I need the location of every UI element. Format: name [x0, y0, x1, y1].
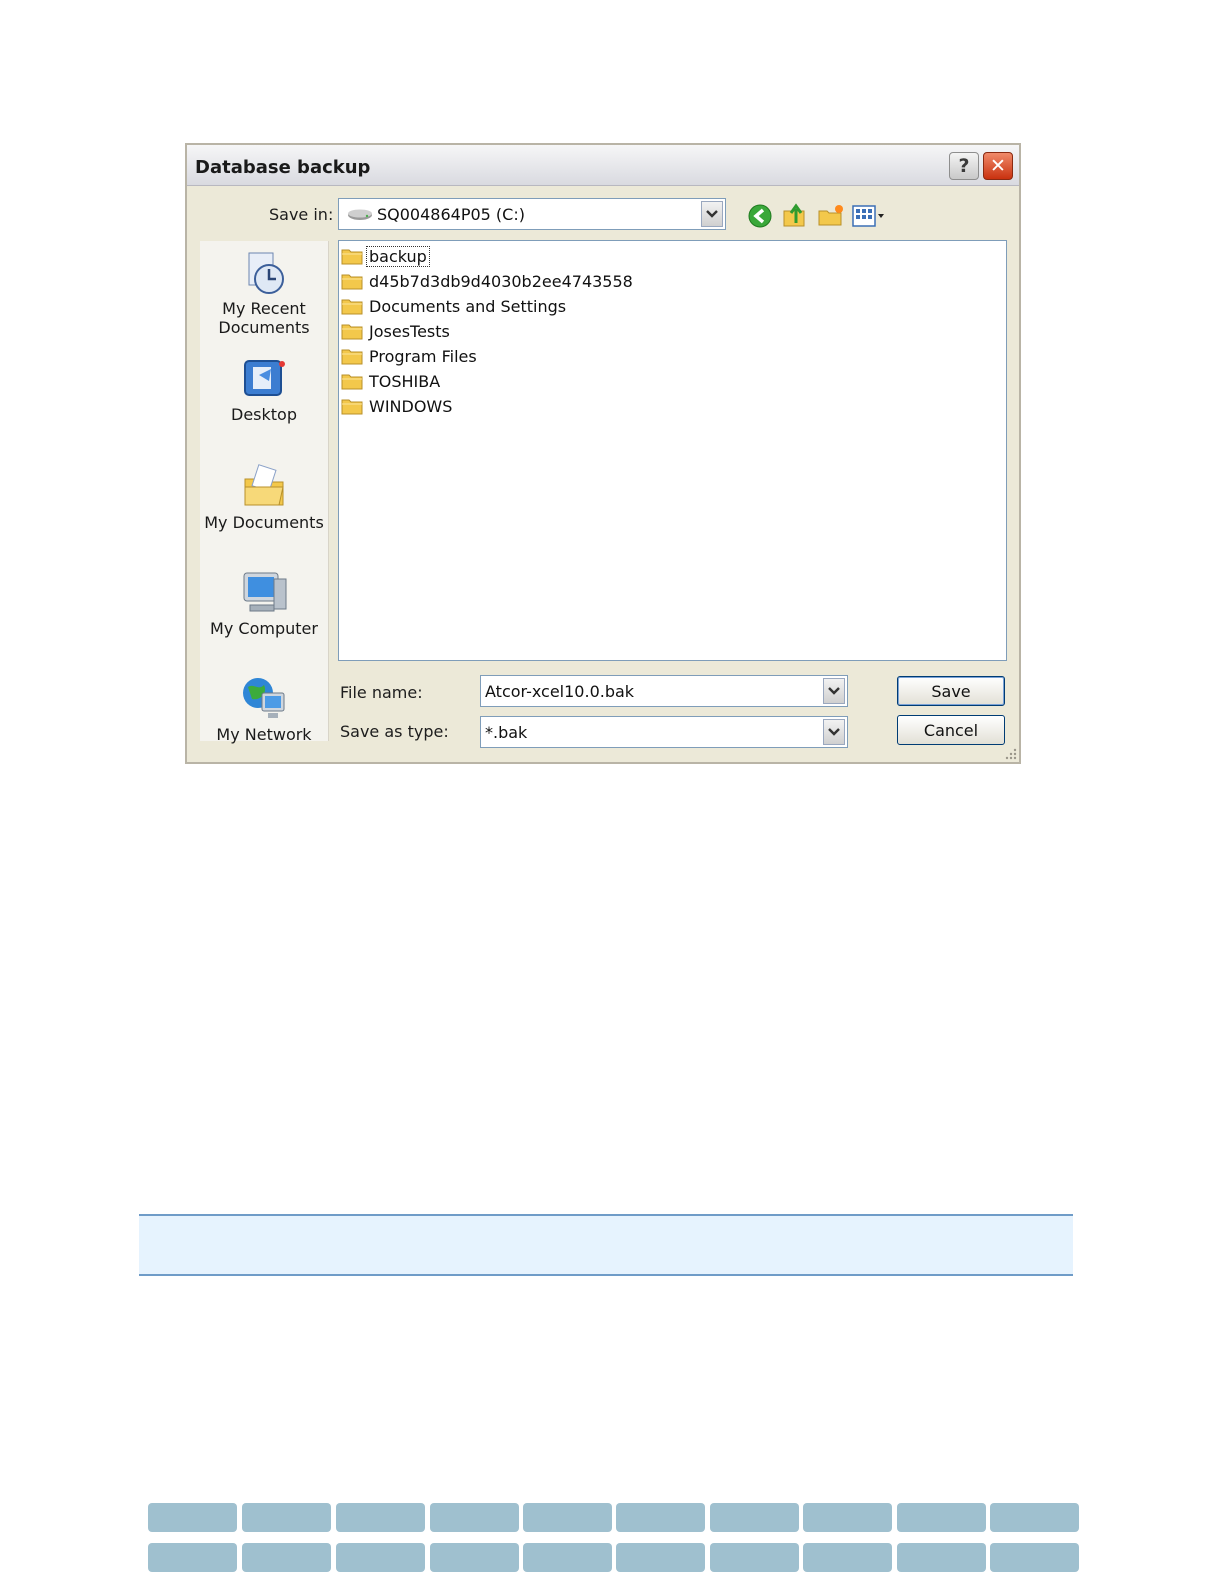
- folder-icon: [341, 399, 363, 415]
- folder-name: WINDOWS: [369, 396, 453, 416]
- folder-name: JosesTests: [369, 321, 450, 341]
- folder-name: backup: [366, 245, 430, 267]
- cancel-button[interactable]: Cancel: [897, 715, 1005, 745]
- folder-icon: [341, 274, 363, 290]
- place-label: Documents: [218, 318, 310, 337]
- place-label: My Documents: [204, 513, 324, 532]
- database-backup-dialog: Database backup ? ✕ Save in: SQ004864P05…: [185, 143, 1021, 764]
- file-list[interactable]: backup d45b7d3db9d4030b2ee4743558 Docume…: [338, 240, 1007, 661]
- folder-item[interactable]: WINDOWS: [341, 394, 454, 418]
- save-in-dropdown[interactable]: SQ004864P05 (C:): [338, 198, 726, 230]
- folder-name: TOSHIBA: [369, 371, 441, 391]
- my-documents-icon: [244, 464, 284, 506]
- folder-item[interactable]: Documents and Settings: [341, 294, 568, 318]
- footer-tile: [616, 1503, 705, 1532]
- folder-icon: [341, 324, 363, 340]
- resize-grip-icon[interactable]: [1003, 746, 1017, 760]
- up-folder-icon[interactable]: [781, 201, 809, 229]
- place-my-network[interactable]: My Network: [200, 673, 328, 744]
- place-label: My Recent: [222, 299, 306, 318]
- folder-name: Program Files: [369, 346, 477, 366]
- folder-item[interactable]: backup: [341, 244, 430, 268]
- footer-tile: [710, 1543, 799, 1572]
- footer-tile: [803, 1503, 892, 1532]
- chevron-down-icon[interactable]: [701, 201, 723, 227]
- footer-tile: [897, 1503, 986, 1532]
- footer-tile: [148, 1543, 237, 1572]
- folder-icon: [341, 299, 363, 315]
- place-my-computer[interactable]: My Computer: [200, 567, 328, 638]
- new-folder-icon[interactable]: [817, 203, 845, 229]
- footer-tile: [990, 1543, 1079, 1572]
- view-menu-icon[interactable]: [851, 203, 887, 229]
- folder-item[interactable]: Program Files: [341, 344, 479, 368]
- footer-tile: [242, 1503, 331, 1532]
- hard-drive-icon: [348, 209, 372, 220]
- title-bar[interactable]: Database backup ? ✕: [187, 145, 1019, 186]
- desktop-icon: [244, 360, 285, 396]
- my-network-icon: [243, 678, 285, 718]
- place-desktop[interactable]: Desktop: [200, 355, 328, 424]
- file-name-label: File name:: [340, 683, 423, 702]
- folder-icon: [341, 374, 363, 390]
- place-my-documents[interactable]: My Documents: [200, 461, 328, 532]
- folder-item[interactable]: d45b7d3db9d4030b2ee4743558: [341, 269, 635, 293]
- my-computer-icon: [243, 572, 287, 612]
- footer-tile: [148, 1503, 237, 1532]
- save-in-value: SQ004864P05 (C:): [377, 205, 525, 224]
- footer-tile: [242, 1543, 331, 1572]
- recent-documents-icon: [248, 252, 284, 294]
- place-label: Desktop: [231, 405, 297, 424]
- folder-item[interactable]: TOSHIBA: [341, 369, 442, 393]
- footer-tile: [616, 1543, 705, 1572]
- footer-tile: [990, 1503, 1079, 1532]
- footer-tile: [710, 1503, 799, 1532]
- places-bar: My Recent Documents Desktop My Documents: [200, 241, 329, 744]
- footer-tile: [803, 1543, 892, 1572]
- folder-item[interactable]: JosesTests: [341, 319, 452, 343]
- save-as-type-value: *.bak: [485, 723, 528, 742]
- save-as-type-label: Save as type:: [340, 722, 449, 741]
- folder-name: Documents and Settings: [369, 296, 567, 316]
- help-button[interactable]: ?: [949, 152, 979, 180]
- footer-tile: [897, 1543, 986, 1572]
- chevron-down-icon[interactable]: [823, 678, 845, 704]
- folder-icon: [341, 249, 363, 265]
- footer-tile: [430, 1543, 519, 1572]
- footer-tile: [336, 1543, 425, 1572]
- place-label: My Network: [216, 725, 312, 744]
- place-my-recent-documents[interactable]: My Recent Documents: [200, 249, 328, 337]
- footer-tile: [336, 1503, 425, 1532]
- chevron-down-icon[interactable]: [823, 719, 845, 745]
- file-name-input[interactable]: Atcor-xcel10.0.bak: [480, 675, 848, 707]
- footer-tile: [523, 1543, 612, 1572]
- folder-name: d45b7d3db9d4030b2ee4743558: [369, 271, 633, 291]
- save-in-label: Save in:: [269, 205, 334, 224]
- save-button[interactable]: Save: [897, 676, 1005, 706]
- back-icon[interactable]: [747, 203, 773, 229]
- footer-tile: [523, 1503, 612, 1532]
- file-name-value: Atcor-xcel10.0.bak: [485, 682, 635, 701]
- dialog-title: Database backup: [195, 157, 371, 178]
- folder-icon: [341, 349, 363, 365]
- save-as-type-dropdown[interactable]: *.bak: [480, 716, 848, 748]
- footer-tile: [430, 1503, 519, 1532]
- note-band: [139, 1214, 1073, 1276]
- place-label: My Computer: [210, 619, 318, 638]
- close-button[interactable]: ✕: [983, 152, 1013, 180]
